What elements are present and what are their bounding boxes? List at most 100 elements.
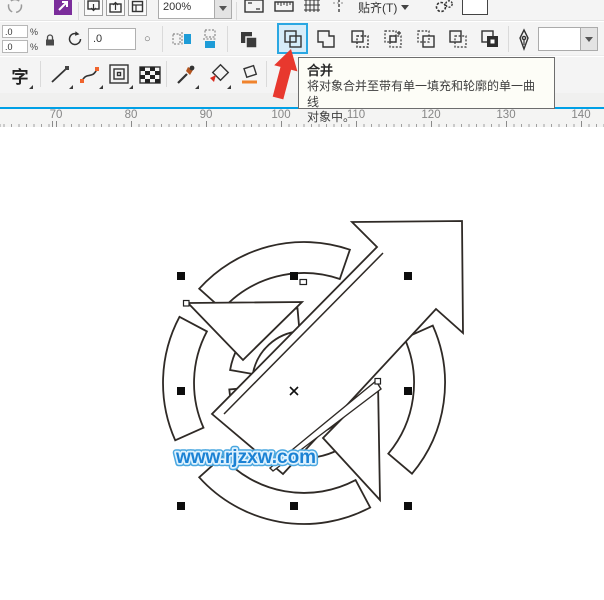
selection-handle-e[interactable]: [404, 387, 412, 395]
intersect-icon: [382, 28, 404, 50]
grid-toggle-icon: [303, 0, 321, 14]
selection-handle-nw[interactable]: [177, 272, 185, 280]
mirror-vertical-button[interactable]: [198, 27, 222, 51]
tooltip-combine: 合并 将对象合并至带有单一填充和轮廓的单一曲线 对象中。: [298, 57, 555, 109]
bucket-tool-icon: [238, 63, 262, 87]
divider: [78, 2, 79, 20]
fullscreen-preview-button[interactable]: [242, 0, 266, 17]
contour-tool-button[interactable]: [106, 60, 134, 90]
rotate-angle-button[interactable]: [64, 28, 86, 50]
launcher-icon: [53, 0, 73, 16]
eyedropper-tool-icon: [174, 63, 198, 87]
snap-to-dropdown[interactable]: 贴齐(T): [358, 0, 409, 18]
remove-behind-button[interactable]: [444, 25, 471, 52]
redo-drop-button[interactable]: [4, 0, 26, 18]
scale-y-group: %: [2, 40, 38, 53]
selection-handle-n[interactable]: [290, 272, 298, 280]
trim-button[interactable]: [346, 25, 373, 52]
fill-tool-icon: [206, 63, 230, 87]
zoom-level-combo[interactable]: 200%: [158, 0, 232, 19]
show-grid-button[interactable]: [300, 0, 324, 17]
ruler-number: 80: [125, 109, 138, 121]
export-icon: [109, 0, 122, 13]
import-button[interactable]: [84, 0, 103, 16]
scale-x-group: %: [2, 25, 38, 38]
red-callout-arrow-icon: [260, 44, 305, 104]
selection-handle-w[interactable]: [177, 387, 185, 395]
divider: [162, 26, 163, 52]
curve-node-marker[interactable]: [300, 280, 307, 285]
flyout-corner-icon: [29, 85, 33, 89]
rotation-angle-input[interactable]: [88, 28, 136, 50]
options-gear-icon: [433, 0, 455, 15]
divider: [227, 26, 228, 52]
tooltip-title: 合并: [307, 63, 546, 79]
lock-ratio-button[interactable]: [42, 31, 58, 49]
remove-front-button[interactable]: [476, 25, 503, 52]
pattern-tool-icon: [139, 64, 161, 86]
curve-node-marker[interactable]: [184, 301, 190, 307]
blank-document-button[interactable]: [462, 0, 488, 15]
scale-x-input[interactable]: [2, 25, 28, 38]
line-tool-button[interactable]: [46, 60, 74, 90]
selection-handle-s[interactable]: [290, 502, 298, 510]
curve-tool-button[interactable]: [76, 60, 104, 90]
line-tool-icon: [48, 63, 72, 87]
outline-width-value: [539, 28, 580, 50]
simplify-button[interactable]: [412, 25, 439, 52]
show-guidelines-button[interactable]: [327, 0, 351, 17]
watermark-text: www.rjzxw.com: [175, 447, 316, 468]
export-button[interactable]: [106, 0, 125, 16]
weld-button[interactable]: [312, 25, 339, 52]
snap-to-label: 贴齐(T): [358, 0, 397, 16]
show-rulers-button[interactable]: [272, 0, 296, 17]
tooltip-body-line2: 对象中。: [307, 110, 546, 126]
group-objects-button[interactable]: [236, 27, 262, 53]
curve-tool-icon: [78, 63, 102, 87]
pattern-tool-button[interactable]: [136, 60, 164, 90]
fullscreen-icon: [244, 0, 264, 14]
import-icon: [87, 0, 100, 13]
scale-x-unit: %: [30, 27, 38, 37]
coreldraw-window: 200% 贴齐(T) % %: [0, 0, 604, 600]
weld-icon: [315, 28, 337, 50]
options-button[interactable]: [432, 0, 456, 17]
mirror-vertical-icon: [199, 28, 221, 50]
remove-behind-icon: [447, 28, 469, 50]
selection-handle-sw[interactable]: [177, 502, 185, 510]
mirror-horizontal-button[interactable]: [170, 27, 194, 51]
selection-handle-se[interactable]: [404, 502, 412, 510]
text-tool-button[interactable]: 字: [6, 60, 34, 90]
scale-y-unit: %: [30, 42, 38, 52]
text-tool-icon: 字: [12, 63, 29, 88]
outline-width-dropdown[interactable]: [538, 27, 598, 51]
divider: [40, 61, 41, 87]
publish-button[interactable]: [128, 0, 147, 16]
selection-handle-ne[interactable]: [404, 272, 412, 280]
drawing-canvas[interactable]: www.rjzxw.com www.rjzxw.com www.rjzxw.co…: [0, 127, 604, 600]
chevron-down-icon: [585, 37, 593, 42]
guidelines-toggle-icon: [330, 0, 348, 14]
rotate-angle-icon: [65, 29, 85, 49]
divider: [236, 2, 237, 20]
flyout-corner-icon: [99, 85, 103, 89]
artwork-svg: www.rjzxw.com www.rjzxw.com www.rjzxw.co…: [0, 127, 604, 600]
trim-icon: [349, 28, 371, 50]
zoom-dropdown-button[interactable]: [214, 0, 231, 18]
flyout-corner-icon: [129, 85, 133, 89]
flyout-corner-icon: [227, 85, 231, 89]
outline-pen-button[interactable]: [514, 27, 534, 53]
watermark: www.rjzxw.com www.rjzxw.com www.rjzxw.co…: [175, 447, 316, 468]
curve-node-marker[interactable]: [375, 379, 381, 385]
outline-width-dropdown-button[interactable]: [580, 28, 597, 50]
ring-segment-left[interactable]: [163, 317, 207, 441]
eyedropper-tool-button[interactable]: [172, 60, 200, 90]
launcher-button[interactable]: [52, 0, 74, 18]
scale-y-input[interactable]: [2, 40, 28, 53]
intersect-button[interactable]: [379, 25, 406, 52]
fill-tool-button[interactable]: [204, 60, 232, 90]
standard-toolbar: 200% 贴齐(T): [0, 0, 604, 21]
ruler-number: 100: [271, 109, 290, 121]
remove-front-icon: [479, 28, 501, 50]
contour-tool-icon: [108, 63, 132, 87]
